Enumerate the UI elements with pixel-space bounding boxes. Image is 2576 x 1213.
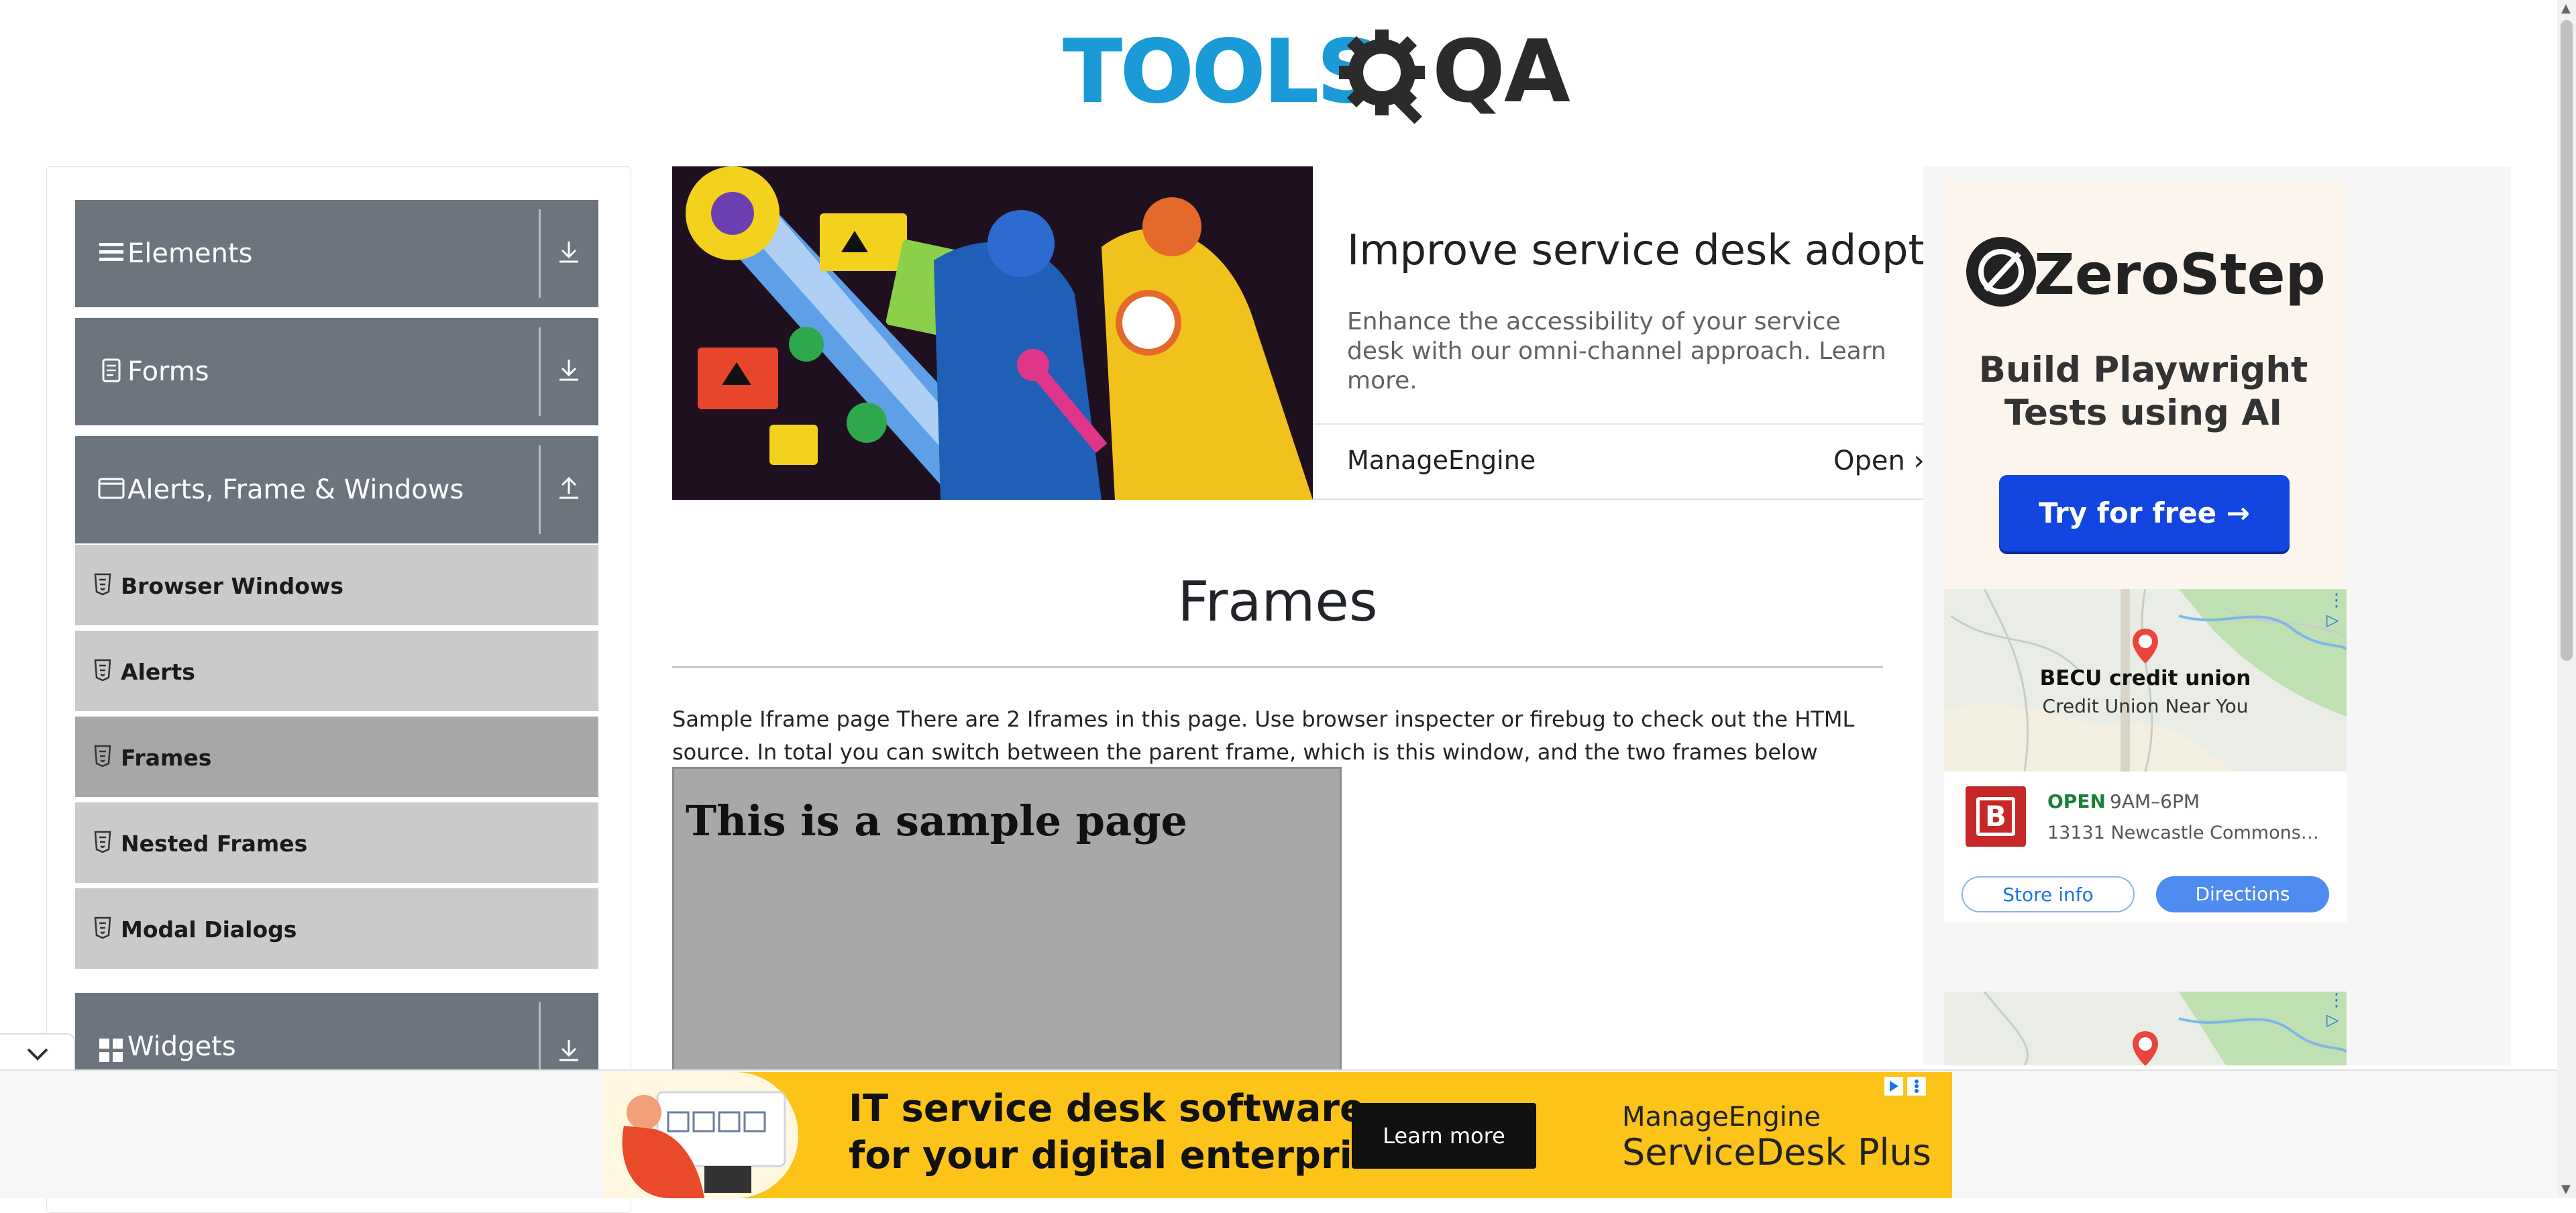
scroll-down-icon[interactable]: ▼ (2561, 1182, 2571, 1196)
download-icon[interactable] (554, 356, 584, 385)
adchoices-icon[interactable]: ▷ (2326, 611, 2339, 629)
sidebar-group-forms[interactable]: Forms (75, 318, 598, 425)
download-icon[interactable] (554, 238, 584, 267)
zerostep-subtitle: Build Playwright Tests using AI (1978, 350, 2308, 433)
logo-qa-text: QA (1432, 22, 1570, 122)
html5-icon (94, 659, 111, 682)
sidebar-item-label: Alerts (121, 659, 195, 685)
ad-description: Enhance the accessibility of your servic… (1347, 308, 1886, 394)
sidebar-item-modal-dialogs[interactable]: Modal Dialogs (75, 888, 598, 971)
zerostep-logo-icon (1966, 237, 2036, 307)
html5-icon (94, 745, 111, 768)
download-icon[interactable] (554, 1036, 584, 1065)
page-title: Frames (1177, 570, 1378, 634)
map-place-name: BECU credit union (2039, 666, 2251, 690)
sidebar-group-label: Elements (127, 238, 253, 269)
headline-line-1: IT service desk software (849, 1087, 1366, 1130)
logo-gear-icon (1339, 30, 1425, 124)
zerostep-brand: ZeroStep (2034, 242, 2326, 307)
divider (672, 666, 1883, 668)
logo-tools-text: TOOLS (1063, 21, 1380, 123)
sidebar-item-label: Modal Dialogs (121, 916, 297, 943)
bottom-ad-product: ServiceDesk Plus (1622, 1131, 1931, 1173)
bottom-ad-illustration (604, 1072, 798, 1198)
ad-illustration (672, 166, 1313, 500)
hamburger-icon (99, 243, 123, 261)
ad-title[interactable]: Improve service desk adoption (1347, 225, 1988, 274)
ad-options-icon[interactable]: ⋮ (2328, 990, 2345, 1010)
ad-options-icon[interactable] (1907, 1076, 1927, 1096)
store-info-button[interactable]: Store info (1962, 876, 2135, 912)
directions-button[interactable]: Directions (2156, 876, 2329, 912)
sidebar-group-elements[interactable]: Elements (75, 200, 598, 307)
opening-hours: 9AM–6PM (2110, 790, 2200, 812)
bottom-ad-brand: ManageEngine (1622, 1102, 1821, 1132)
map-place-subtitle: Credit Union Near You (2042, 695, 2249, 717)
sidebar-group-label: Alerts, Frame & Windows (127, 474, 464, 505)
toolsqa-logo[interactable]: TOOLS QA (1063, 19, 1570, 126)
business-address: 13131 Newcastle Commons… (2047, 823, 2319, 843)
sidebar-item-frames[interactable]: Frames (75, 717, 598, 800)
ad-brand: ManageEngine (1347, 445, 1536, 475)
sidebar-group-label: Widgets (127, 1031, 236, 1062)
sidebar-item-nested-frames[interactable]: Nested Frames (75, 802, 598, 886)
scroll-up-icon[interactable]: ▲ (2561, 1, 2571, 15)
becu-logo-icon: B (1966, 786, 2026, 847)
ad-open-button[interactable]: Open › (1833, 445, 1925, 476)
chevron-down-icon (27, 1048, 48, 1061)
upload-icon[interactable] (554, 474, 584, 503)
map-pin-icon (2133, 1031, 2158, 1065)
divider (539, 1002, 541, 1069)
ad-options-icon[interactable]: ⋮ (2328, 590, 2345, 611)
ad-open-label: Open (1833, 445, 1905, 476)
divider (539, 327, 541, 416)
divider (539, 445, 541, 534)
window-icon (98, 478, 125, 499)
html5-icon (94, 916, 111, 939)
headline-line-2: for your digital enterprise (849, 1134, 1401, 1177)
page-description: Sample Iframe page There are 2 Iframes i… (672, 706, 1855, 765)
divider (1313, 423, 1923, 425)
grid-icon (99, 1039, 123, 1062)
learn-more-button[interactable]: Learn more (1352, 1103, 1536, 1169)
sidebar-item-browser-windows[interactable]: Browser Windows (75, 545, 598, 628)
map-pin-icon (2133, 629, 2158, 664)
divider (539, 209, 541, 298)
sidebar-item-label: Browser Windows (121, 573, 343, 599)
sidebar-group-label: Forms (127, 356, 209, 387)
open-status: OPEN (2047, 790, 2106, 812)
scrollbar-thumb[interactable] (2561, 20, 2573, 661)
html5-icon (94, 573, 111, 596)
adchoices-icon[interactable]: ▷ (2326, 1010, 2339, 1029)
sidebar-item-label: Frames (121, 745, 212, 771)
document-icon (102, 358, 121, 382)
iframe-heading: This is a sample page (686, 796, 1187, 845)
sidebar-item-label: Nested Frames (121, 831, 308, 857)
adchoices-icon[interactable] (1884, 1076, 1904, 1096)
try-for-free-button[interactable]: Try for free → (1999, 475, 2290, 551)
collapse-ad-button[interactable] (0, 1033, 75, 1071)
sidebar-group-widgets[interactable]: Widgets (75, 993, 598, 1069)
sidebar-group-alerts-frame-windows[interactable]: Alerts, Frame & Windows (75, 436, 598, 543)
html5-icon (94, 831, 111, 853)
sidebar-item-alerts[interactable]: Alerts (75, 631, 598, 714)
bottom-ad-headline: IT service desk software for your digita… (849, 1086, 1400, 1179)
